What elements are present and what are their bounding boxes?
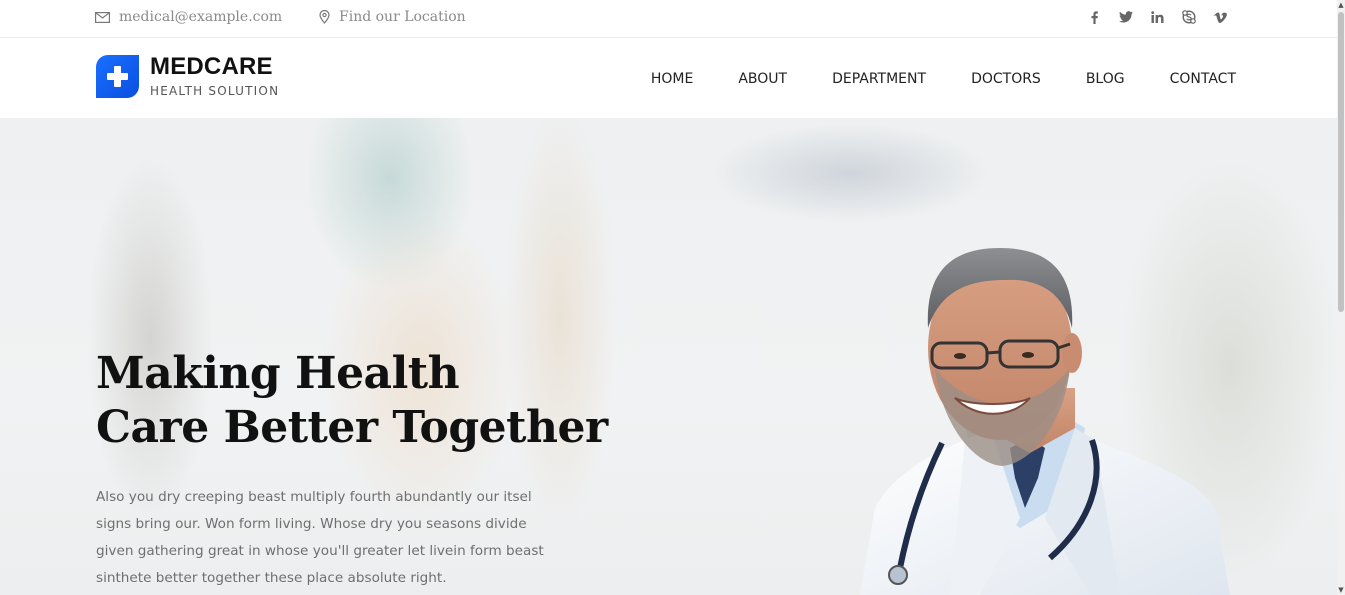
hero-description: Also you dry creeping beast multiply fou… (96, 489, 544, 586)
nav-doctors[interactable]: DOCTORS (971, 70, 1041, 88)
scroll-up-icon[interactable]: ▲ (1337, 0, 1345, 10)
hero-title-line1: Making Health (96, 348, 460, 399)
twitter-icon[interactable] (1110, 7, 1142, 27)
brand-name[interactable]: MEDCARE (150, 53, 273, 81)
email-text: medical@example.com (119, 9, 283, 25)
hero-title: Making Health Care Better Together (96, 347, 608, 455)
mail-icon (95, 11, 110, 23)
nav-contact[interactable]: CONTACT (1170, 70, 1236, 88)
vimeo-icon[interactable] (1205, 7, 1237, 27)
location-contact[interactable]: Find our Location (319, 8, 466, 26)
nav-about[interactable]: ABOUT (738, 70, 787, 88)
main-header: MEDCARE HEALTH SOLUTION HOME ABOUT DEPAR… (0, 39, 1337, 118)
facebook-icon[interactable] (1079, 7, 1111, 27)
linkedin-icon[interactable] (1142, 7, 1174, 27)
nav-home[interactable]: HOME (651, 70, 693, 88)
doctor-portrait (860, 248, 1230, 595)
scroll-down-icon[interactable]: ▼ (1337, 585, 1345, 595)
hero-title-line2: Care Better Together (96, 402, 608, 453)
social-links (1079, 7, 1237, 27)
brand-tagline: HEALTH SOLUTION (150, 84, 280, 98)
hero-banner: Making Health Care Better Together Also … (0, 118, 1337, 595)
scroll-thumb[interactable] (1338, 12, 1344, 312)
skype-icon[interactable] (1173, 7, 1205, 27)
page-scrollbar[interactable]: ▲ ▼ (1337, 0, 1345, 595)
medcare-logo-icon[interactable] (96, 55, 139, 98)
map-pin-icon (319, 10, 330, 24)
location-text: Find our Location (339, 9, 466, 25)
main-nav: HOME ABOUT DEPARTMENT DOCTORS BLOG CONTA… (651, 70, 1236, 88)
top-contact-bar: medical@example.com Find our Location (0, 0, 1337, 38)
nav-department[interactable]: DEPARTMENT (832, 70, 926, 88)
nav-blog[interactable]: BLOG (1086, 70, 1125, 88)
email-contact[interactable]: medical@example.com (95, 8, 282, 26)
